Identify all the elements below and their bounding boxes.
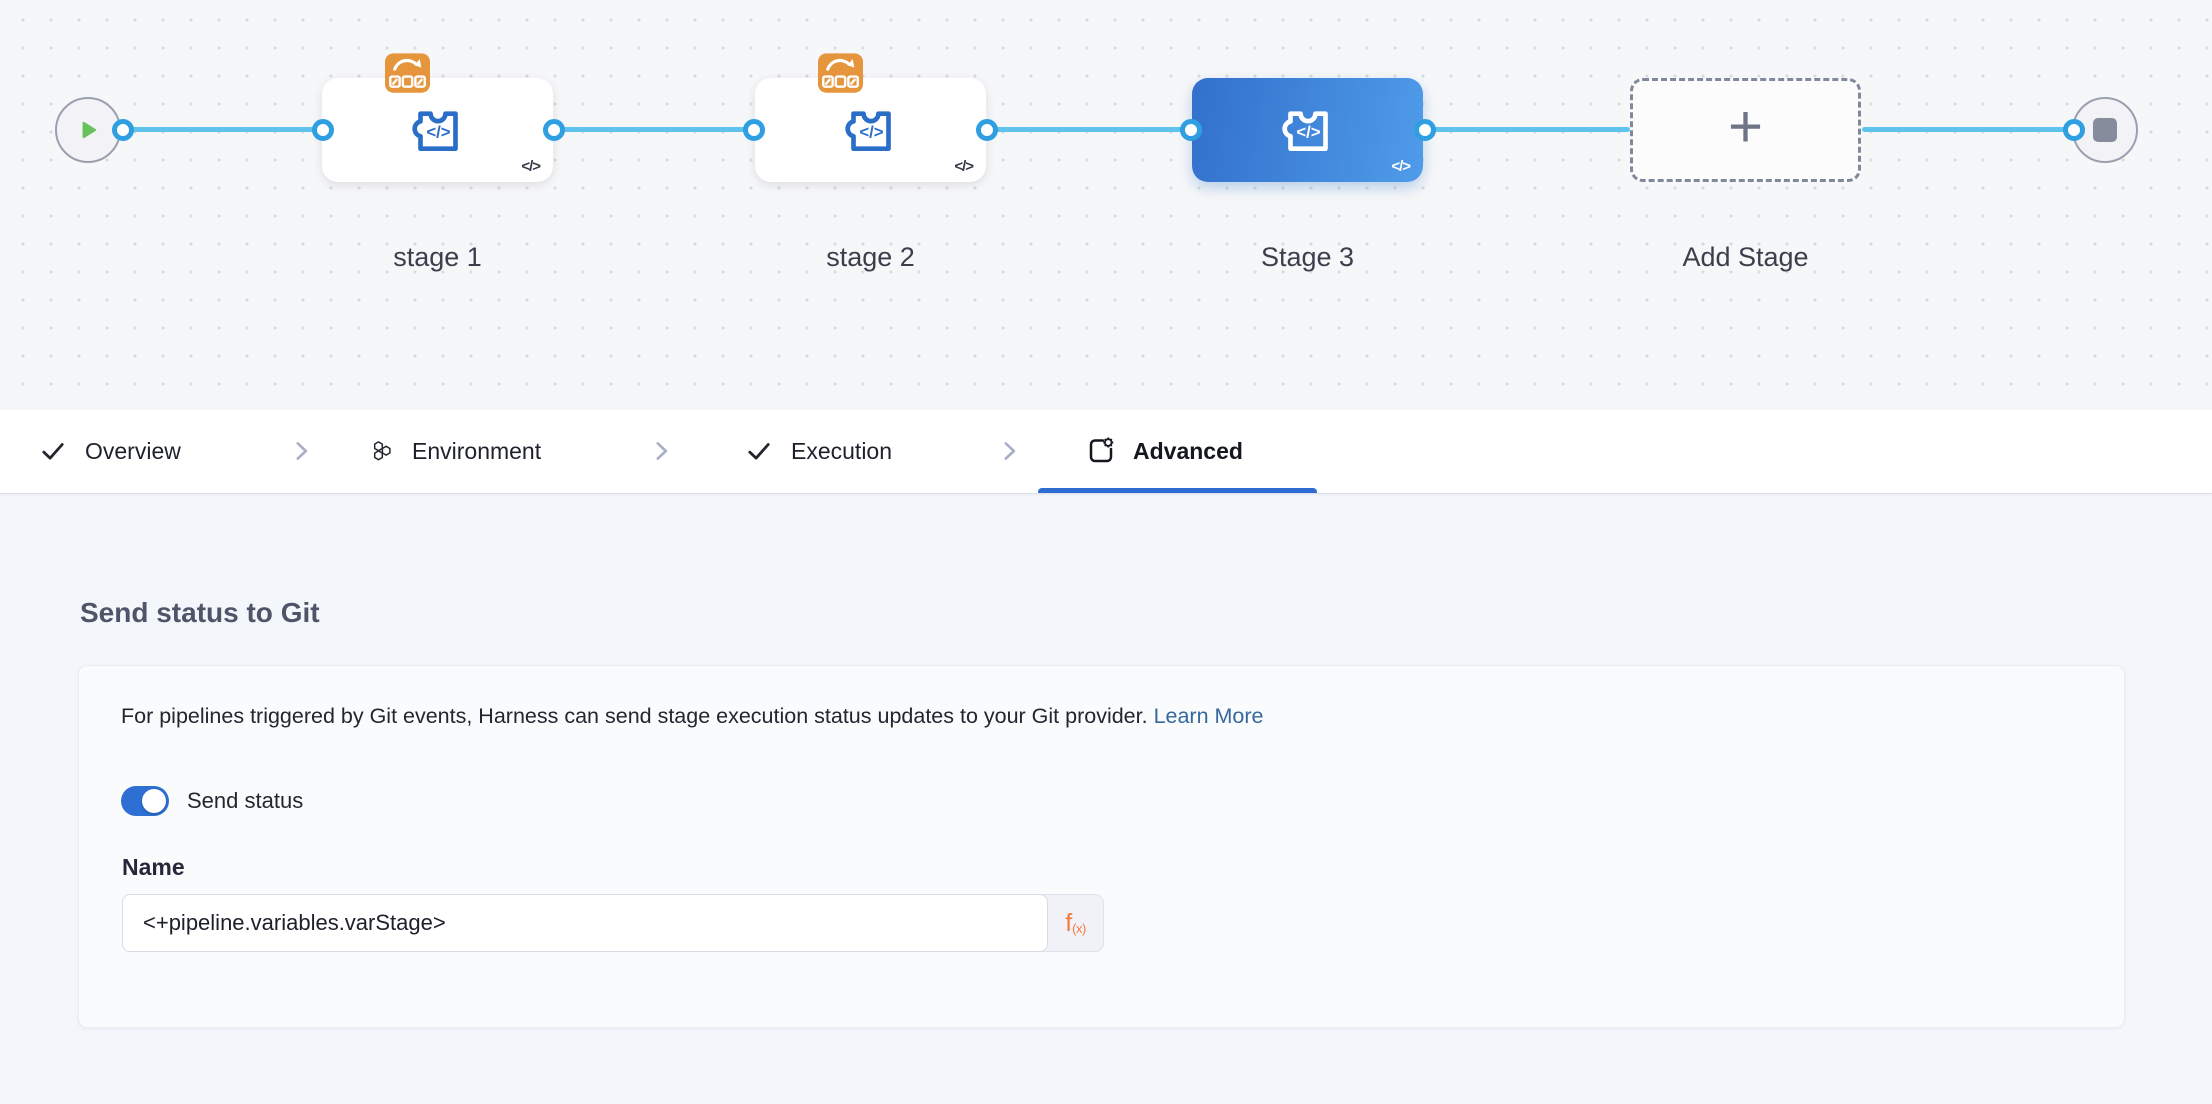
add-stage-label: Add Stage (1630, 242, 1861, 273)
chevron-right-icon (648, 438, 674, 464)
tab-label: Environment (412, 438, 541, 465)
rolling-deployment-icon (818, 53, 863, 93)
description-body: For pipelines triggered by Git events, H… (121, 704, 1154, 728)
pipeline-canvas: </> </> </> </> </> </> (0, 0, 2212, 411)
plus-icon: + (1728, 97, 1763, 157)
toggle-label: Send status (187, 788, 303, 814)
chevron-right-icon (996, 438, 1022, 464)
tab-environment[interactable]: Environment (370, 410, 541, 492)
connector-line (1862, 127, 2074, 132)
connector-line (987, 127, 1191, 132)
connector-line (1425, 127, 1630, 132)
tab-advanced[interactable]: Advanced (1086, 410, 1243, 492)
description-text: For pipelines triggered by Git events, H… (121, 702, 1264, 730)
tab-overview[interactable]: Overview (38, 410, 181, 492)
hexagons-environment-icon (370, 439, 395, 463)
panel-gear-advanced-icon (1086, 436, 1116, 466)
custom-stage-puzzle-icon: </> (1278, 102, 1338, 158)
connector-port (312, 119, 334, 141)
connector-port (976, 119, 998, 141)
stage-label: Stage 3 (1192, 242, 1423, 273)
rolling-deployment-icon (385, 53, 430, 93)
svg-text:</>: </> (1296, 123, 1320, 142)
fx-sub-label: (x) (1072, 921, 1086, 936)
play-icon (75, 117, 101, 143)
check-icon (38, 438, 68, 464)
name-field-wrap: f(x) (122, 894, 1104, 952)
active-tab-underline (1038, 488, 1317, 493)
connector-line (123, 127, 323, 132)
send-status-toggle[interactable] (121, 786, 169, 816)
add-stage-button[interactable]: + (1630, 78, 1861, 182)
svg-text:</>: </> (859, 123, 883, 142)
tab-label: Execution (791, 438, 892, 465)
stage-node-3-selected[interactable]: </> </> (1192, 78, 1423, 182)
connector-port (743, 119, 765, 141)
custom-stage-puzzle-icon: </> (841, 102, 901, 158)
connector-port (1414, 119, 1436, 141)
check-icon (744, 438, 774, 464)
fx-label: f (1065, 911, 1072, 936)
name-field-label: Name (122, 854, 185, 881)
connector-port (543, 119, 565, 141)
custom-stage-puzzle-icon: </> (408, 102, 468, 158)
tab-execution[interactable]: Execution (744, 410, 892, 492)
stage-config-tabbar: Overview Environment Execution (0, 410, 2212, 494)
tab-label: Overview (85, 438, 181, 465)
name-input[interactable] (122, 894, 1048, 952)
svg-text:</>: </> (426, 123, 450, 142)
tab-label: Advanced (1133, 438, 1243, 465)
yaml-code-glyph: </> (1391, 158, 1410, 175)
send-status-card: For pipelines triggered by Git events, H… (78, 665, 2125, 1028)
stage-node-1[interactable]: </> </> (322, 78, 553, 182)
stage-label: stage 1 (322, 242, 553, 273)
connector-port (112, 119, 134, 141)
advanced-panel: Send status to Git For pipelines trigger… (0, 493, 2212, 1104)
chevron-right-icon (288, 438, 314, 464)
stage-label: stage 2 (755, 242, 986, 273)
toggle-knob (142, 789, 166, 813)
stop-icon (2093, 118, 2117, 142)
yaml-code-glyph: </> (521, 158, 540, 175)
connector-port (2063, 119, 2085, 141)
stage-node-2[interactable]: </> </> (755, 78, 986, 182)
expression-fx-button[interactable]: f(x) (1048, 895, 1103, 951)
send-status-row: Send status (121, 786, 303, 816)
learn-more-link[interactable]: Learn More (1154, 704, 1264, 728)
section-heading: Send status to Git (80, 597, 320, 629)
connector-line (554, 127, 754, 132)
connector-port (1180, 119, 1202, 141)
yaml-code-glyph: </> (954, 158, 973, 175)
